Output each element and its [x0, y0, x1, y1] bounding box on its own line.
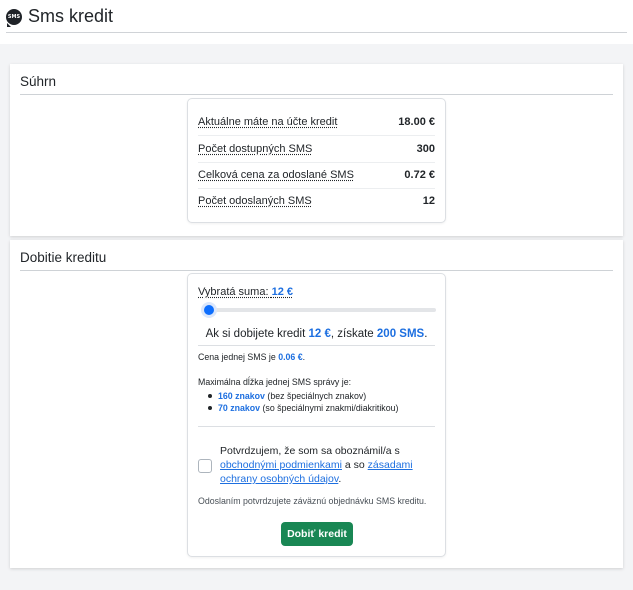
summary-box: Aktuálne máte na účte kredit 18.00 € Poč…	[187, 98, 446, 223]
topup-divider	[20, 270, 613, 271]
consent-mid: a so	[341, 459, 368, 471]
sms-icon-text: SMS	[7, 13, 21, 20]
stat-row-total-price: Celková cena za odoslané SMS 0.72 €	[198, 162, 435, 188]
stat-label: Počet dostupných SMS	[198, 143, 313, 155]
order-note: Odoslaním potvrdzujete záväznú objednávk…	[198, 496, 427, 506]
consent-text: Potvrdzujem, že som sa oboznámil/a s obc…	[220, 444, 430, 486]
topup-card: Dobitie kreditu Vybratá suma: 12 € Ak si…	[10, 240, 623, 568]
sms-chat-icon: SMS	[6, 8, 22, 27]
consent-suffix: .	[338, 473, 342, 485]
offer-sms-count: 200 SMS	[376, 328, 425, 340]
stat-row-available-sms: Počet dostupných SMS 300	[198, 136, 435, 162]
offer-suffix: .	[424, 328, 428, 340]
stat-value: 300	[416, 143, 435, 155]
offer-prefix: Ak si dobijete kredit	[205, 328, 309, 340]
max-length-list: 160 znakov (bez špeciálnych znakov) 70 z…	[208, 390, 398, 414]
consent-checkbox[interactable]	[198, 459, 212, 473]
limit-rest: (bez špeciálnych znakov)	[264, 391, 367, 401]
list-item: 70 znakov (so špeciálnymi znakmi/diakrit…	[208, 402, 398, 414]
limit-strong: 70 znakov	[218, 403, 261, 413]
stat-label: Celková cena za odoslané SMS	[198, 169, 354, 181]
price-prefix: Cena jednej SMS je	[198, 352, 279, 362]
page-header: SMS Sms kredit	[0, 0, 633, 44]
offer-amount: 12 €	[308, 328, 331, 340]
price-suffix: .	[302, 352, 306, 362]
amount-slider-track[interactable]	[204, 308, 436, 312]
stat-label: Počet odoslaných SMS	[198, 195, 312, 207]
summary-title: Súhrn	[20, 74, 57, 89]
summary-divider	[20, 94, 613, 95]
stat-label: Aktuálne máte na účte kredit	[198, 116, 338, 128]
stat-value: 12	[422, 195, 435, 207]
header-divider	[6, 32, 627, 33]
offer-divider	[198, 345, 435, 346]
selected-label-text: Vybratá suma:	[198, 286, 269, 298]
price-value: 0.06 €	[278, 352, 303, 362]
consent-divider	[198, 426, 435, 427]
terms-link[interactable]: obchodnými podmienkami	[220, 459, 342, 471]
summary-card: Súhrn Aktuálne máte na účte kredit 18.00…	[10, 64, 623, 236]
selected-amount-label: Vybratá suma: 12 €	[198, 286, 293, 298]
title-row: SMS Sms kredit	[6, 6, 113, 27]
topup-box: Vybratá suma: 12 € Ak si dobijete kredit…	[187, 273, 446, 557]
page-title: Sms kredit	[28, 6, 114, 26]
limit-strong: 160 znakov	[218, 391, 265, 401]
stat-row-credit: Aktuálne máte na účte kredit 18.00 €	[198, 109, 435, 135]
max-length-intro: Maximálna dĺžka jednej SMS správy je:	[198, 377, 352, 387]
offer-mid: , získate	[330, 328, 377, 340]
consent-prefix: Potvrdzujem, že som sa oboznámil/a s	[220, 445, 400, 457]
stat-value: 0.72 €	[404, 169, 435, 181]
offer-text: Ak si dobijete kredit 12 €, získate 200 …	[198, 328, 435, 340]
selected-amount-value: 12 €	[271, 286, 293, 298]
sms-price-text: Cena jednej SMS je 0.06 €.	[198, 352, 305, 362]
amount-slider-thumb[interactable]	[204, 305, 214, 315]
limit-rest: (so špeciálnymi znakmi/diakritikou)	[260, 403, 399, 413]
topup-title: Dobitie kreditu	[20, 250, 107, 265]
list-item: 160 znakov (bez špeciálnych znakov)	[208, 390, 398, 402]
top-up-button[interactable]: Dobiť kredit	[281, 522, 353, 546]
stat-value: 18.00 €	[398, 116, 435, 128]
stat-row-sent-sms: Počet odoslaných SMS 12	[198, 188, 435, 214]
